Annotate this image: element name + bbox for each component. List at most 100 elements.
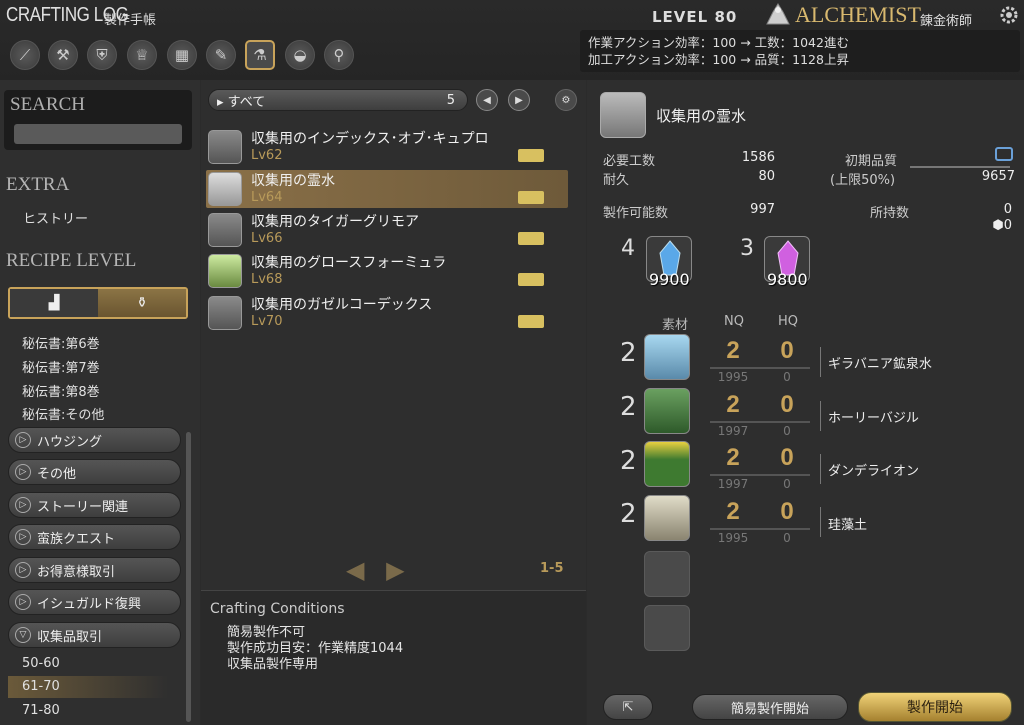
- alchemist-icon[interactable]: ⚗: [245, 40, 275, 70]
- recipe-row[interactable]: 収集用のタイガーグリモア Lv66: [206, 211, 568, 249]
- gear-icon[interactable]: [998, 4, 1020, 26]
- item-name: 収集用の霊水: [656, 107, 747, 125]
- level-label: LEVEL 80: [652, 8, 738, 26]
- alchemist-job-icon: [766, 3, 790, 25]
- recipe-name: 収集用のタイガーグリモア: [251, 214, 419, 230]
- nq-input[interactable]: 2: [718, 498, 748, 526]
- culinarian-icon[interactable]: ◒: [285, 40, 315, 70]
- dropdown-arrow-icon: ▸: [217, 94, 228, 110]
- collectable-badge-icon: [518, 315, 544, 328]
- owned-hq-count: 0: [1003, 218, 1012, 233]
- empty-material-slot: [644, 551, 690, 597]
- category-other[interactable]: ▷ その他: [8, 459, 181, 485]
- category-collectables[interactable]: ▽ 収集品取引: [8, 622, 181, 648]
- collectables-icon[interactable]: ⚱: [98, 289, 186, 317]
- material-qty: 2: [620, 338, 637, 368]
- search-input[interactable]: [14, 124, 182, 144]
- filter-dropdown[interactable]: ▸ すべて 5: [208, 89, 468, 111]
- expand-icon: ▷: [15, 497, 31, 513]
- search-label: SEARCH: [10, 94, 85, 115]
- recipe-tree-button[interactable]: ⇱: [603, 694, 653, 720]
- recipe-level-label: RECIPE LEVEL: [6, 250, 137, 271]
- recipe-row[interactable]: 収集用のガゼルコーデックス Lv70: [206, 294, 568, 332]
- collapse-icon: ▽: [15, 627, 31, 643]
- recipe-row[interactable]: 収集用のグロースフォーミュラ Lv68: [206, 252, 568, 290]
- progress-value: 1586: [741, 150, 775, 165]
- nq-input[interactable]: 2: [718, 444, 748, 472]
- expand-icon: ▷: [15, 562, 31, 578]
- hq-input[interactable]: 0: [772, 498, 802, 526]
- crystal-owned: 9800: [767, 270, 808, 289]
- prev-page-icon[interactable]: ◀: [476, 89, 498, 111]
- level-sort-icon[interactable]: ▟: [10, 289, 98, 317]
- search-icon[interactable]: ⚲: [324, 40, 354, 70]
- category-ishgard-restoration[interactable]: ▷ イシュガルド復興: [8, 589, 181, 615]
- hq-icon: ⬢: [992, 218, 1004, 233]
- category-label: ストーリー関連: [37, 499, 129, 515]
- hq-input[interactable]: 0: [772, 391, 802, 419]
- book-item[interactable]: 秘伝書:第7巻: [22, 357, 100, 376]
- separator: [820, 454, 821, 484]
- goldsmith-icon[interactable]: ♕: [127, 40, 157, 70]
- material-qty: 2: [620, 499, 637, 529]
- collectable-badge-icon: [518, 149, 544, 162]
- page-next-icon[interactable]: ▶: [386, 556, 404, 584]
- page-prev-icon[interactable]: ◀: [346, 556, 364, 584]
- weaver-icon[interactable]: ✎: [206, 40, 236, 70]
- quality-max: 9657: [981, 169, 1015, 184]
- range-item[interactable]: 50-60: [22, 656, 60, 671]
- category-beast-tribe[interactable]: ▷ 蛮族クエスト: [8, 524, 181, 550]
- basil-icon[interactable]: [644, 388, 690, 434]
- filter-count: 5: [446, 92, 455, 108]
- quality-indicator[interactable]: [995, 147, 1013, 161]
- armorer-icon[interactable]: ⛨: [87, 40, 117, 70]
- expand-icon: ▷: [15, 432, 31, 448]
- leatherworker-icon[interactable]: ▦: [167, 40, 197, 70]
- recipe-level: Lv70: [251, 314, 283, 329]
- category-label: 収集品取引: [37, 629, 103, 645]
- category-label: ハウジング: [37, 434, 103, 450]
- extra-label: EXTRA: [6, 174, 70, 195]
- divider: [710, 367, 810, 369]
- settings-gear-icon[interactable]: ⚙: [555, 89, 577, 111]
- book-item[interactable]: 秘伝書:第8巻: [22, 381, 100, 400]
- book-item[interactable]: 秘伝書:その他: [22, 404, 104, 423]
- sack-icon[interactable]: [644, 495, 690, 541]
- range-item[interactable]: 71-80: [22, 703, 60, 718]
- category-label: その他: [37, 466, 77, 482]
- nq-input[interactable]: 2: [718, 391, 748, 419]
- blacksmith-icon[interactable]: ⚒: [48, 40, 78, 70]
- empty-material-slot: [644, 605, 690, 651]
- next-page-icon[interactable]: ▶: [508, 89, 530, 111]
- nq-owned: 1997: [717, 477, 749, 491]
- category-story[interactable]: ▷ ストーリー関連: [8, 492, 181, 518]
- recipe-level: Lv66: [251, 231, 283, 246]
- crystal-owned: 9900: [649, 270, 690, 289]
- hq-input[interactable]: 0: [772, 444, 802, 472]
- recipe-row-selected[interactable]: 収集用の霊水 Lv64: [206, 170, 568, 208]
- nq-input[interactable]: 2: [718, 337, 748, 365]
- range-item-selected[interactable]: 61-70: [22, 679, 60, 694]
- dandelion-icon[interactable]: [644, 441, 690, 487]
- quality-bar: [910, 166, 1010, 168]
- hq-header: HQ: [778, 314, 799, 329]
- codex-icon: [208, 130, 242, 164]
- synthesize-button[interactable]: 製作開始: [858, 692, 1012, 722]
- separator: [820, 347, 821, 377]
- book-item[interactable]: 秘伝書:第6巻: [22, 333, 100, 352]
- material-name: 珪藻土: [828, 518, 868, 533]
- hq-input[interactable]: 0: [772, 337, 802, 365]
- history-link[interactable]: ヒストリー: [23, 208, 88, 227]
- expand-icon: ▷: [15, 464, 31, 480]
- initial-quality-label: 初期品質: [845, 154, 898, 169]
- water-bottle-icon[interactable]: [644, 334, 690, 380]
- category-custom-deliveries[interactable]: ▷ お得意様取引: [8, 557, 181, 583]
- carpenter-icon[interactable]: ⟋: [10, 40, 40, 70]
- quick-synthesis-button[interactable]: 簡易製作開始: [692, 694, 848, 720]
- recipe-row[interactable]: 収集用のインデックス･オブ･キュプロ Lv62: [206, 128, 568, 166]
- left-scrollbar[interactable]: [186, 432, 191, 722]
- material-header: 素材: [662, 318, 689, 333]
- material-name: ダンデライオン: [828, 464, 920, 479]
- category-housing[interactable]: ▷ ハウジング: [8, 427, 181, 453]
- durability-label: 耐久: [603, 173, 630, 188]
